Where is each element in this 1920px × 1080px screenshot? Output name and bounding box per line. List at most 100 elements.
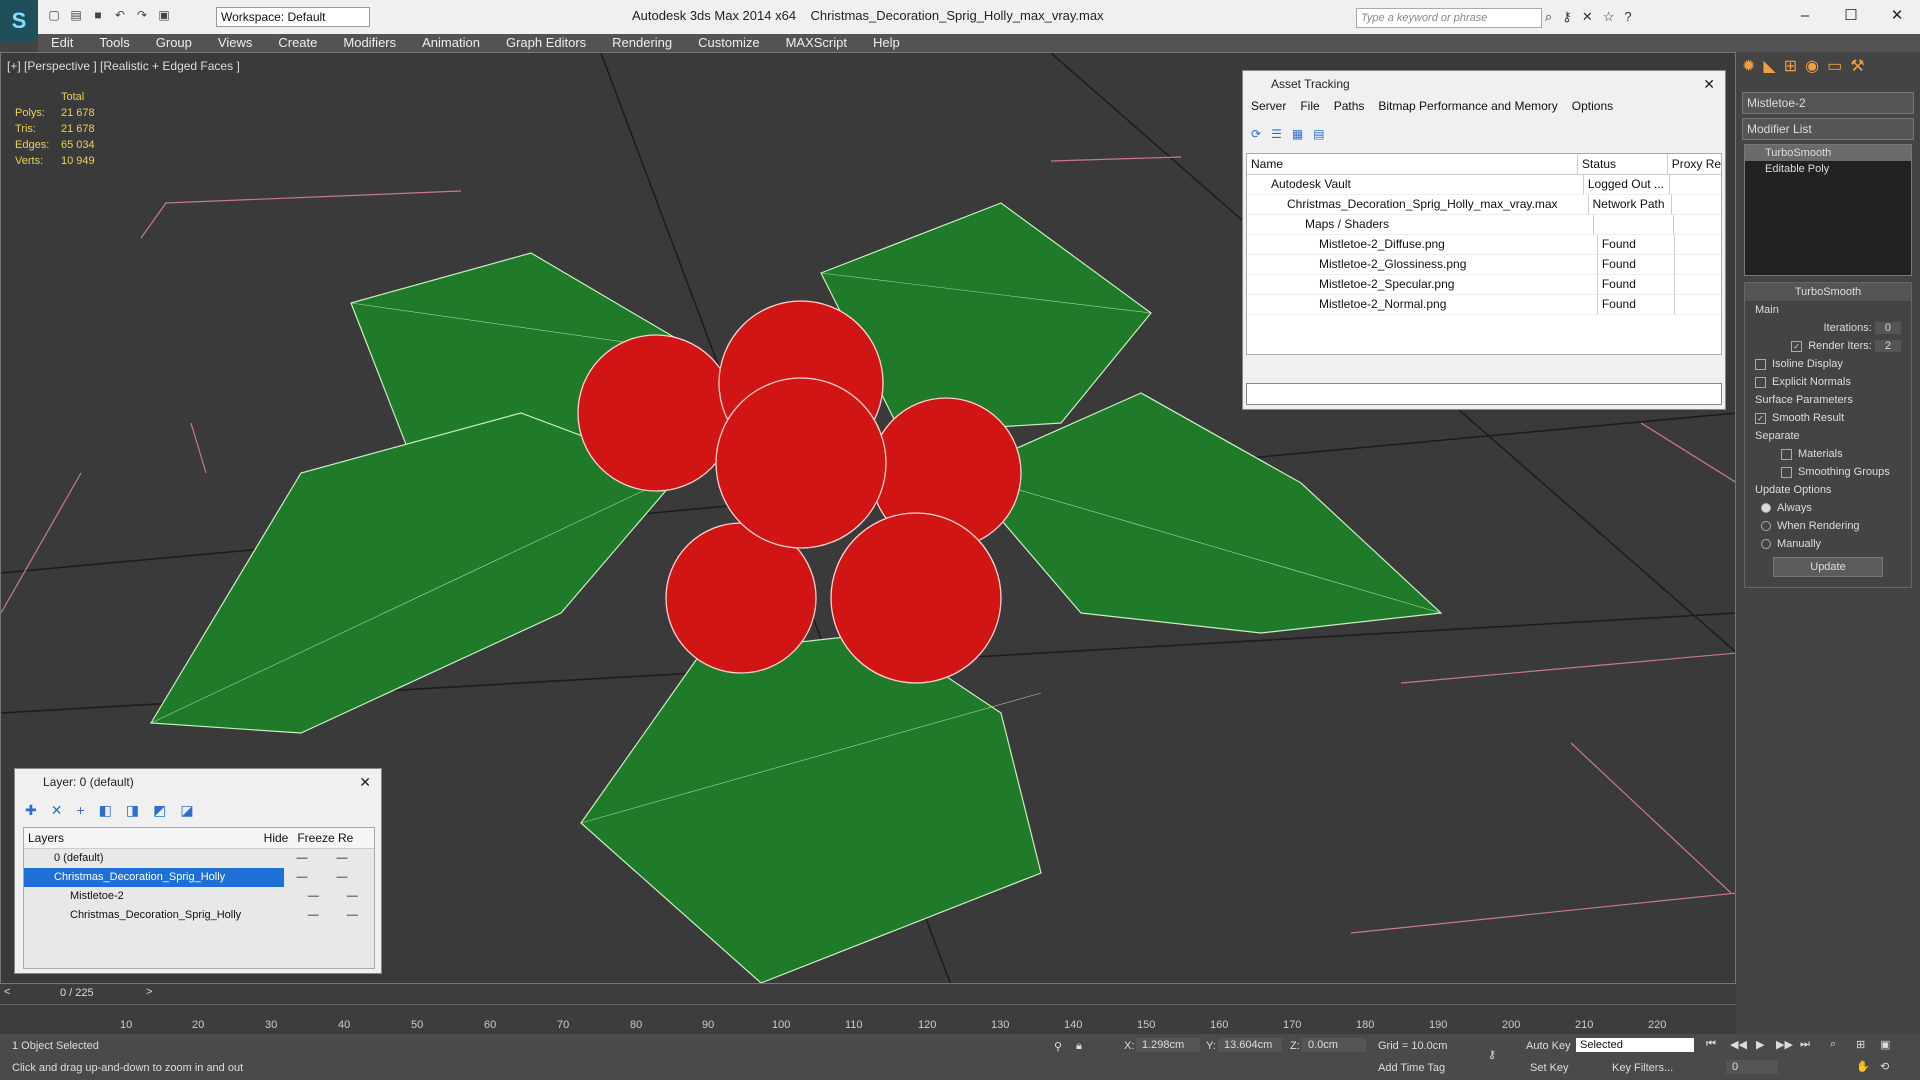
open-icon[interactable]: ▤ xyxy=(68,7,84,23)
add-time-tag[interactable]: Add Time Tag xyxy=(1378,1062,1445,1074)
search-input[interactable]: Type a keyword or phrase xyxy=(1356,8,1542,28)
time-slider[interactable]: 0 / 225 < > xyxy=(0,984,1736,1004)
refresh-icon[interactable]: ⟳ xyxy=(1251,127,1261,141)
x-coordinate-field[interactable]: 1.298cm xyxy=(1136,1038,1200,1052)
display-tab-icon[interactable]: ▭ xyxy=(1827,56,1842,84)
goto-end-icon[interactable]: ⏭ xyxy=(1800,1038,1810,1051)
create-tab-icon[interactable]: ✹ xyxy=(1742,56,1755,84)
project-icon[interactable]: ▣ xyxy=(156,7,172,23)
undo-icon[interactable]: ↶ xyxy=(112,7,128,23)
modifier-list-dropdown[interactable]: Modifier List xyxy=(1742,118,1914,140)
col-render[interactable]: Re xyxy=(338,828,362,848)
save-icon[interactable]: ■ xyxy=(90,7,106,23)
set-key-icon[interactable]: ⚷ xyxy=(1488,1048,1496,1061)
zoom-icon[interactable]: ⌕ xyxy=(1830,1038,1836,1051)
layer-row[interactable]: Christmas_Decoration_Sprig_Holly — — xyxy=(24,868,374,887)
table-row[interactable]: Mistletoe-2_Specular.png Found xyxy=(1247,275,1721,295)
table-row[interactable]: Autodesk Vault Logged Out ... xyxy=(1247,175,1721,195)
zoom-all-icon[interactable]: ⊞ xyxy=(1856,1038,1865,1051)
minimize-button[interactable]: – xyxy=(1782,0,1828,30)
render-iters-spinner[interactable]: 2 xyxy=(1874,340,1901,352)
close-icon[interactable]: ✕ xyxy=(359,769,371,795)
at-menu-bitmap[interactable]: Bitmap Performance and Memory xyxy=(1378,99,1557,117)
table-row[interactable]: Mistletoe-2_Diffuse.png Found xyxy=(1247,235,1721,255)
list-icon[interactable]: ☰ xyxy=(1271,127,1282,141)
materials-checkbox[interactable] xyxy=(1781,448,1792,460)
at-menu-file[interactable]: File xyxy=(1300,99,1319,117)
stack-item[interactable]: Editable Poly xyxy=(1745,161,1911,177)
menu-group[interactable]: Group xyxy=(143,34,205,52)
goto-start-icon[interactable]: ⏮ xyxy=(1706,1038,1716,1051)
rollout-title[interactable]: TurboSmooth xyxy=(1745,283,1911,301)
smooth-result-checkbox[interactable]: ✓ xyxy=(1755,412,1766,424)
table-icon[interactable]: ▤ xyxy=(1313,127,1324,141)
modify-tab-icon[interactable]: ◣ xyxy=(1763,56,1775,84)
menu-create[interactable]: Create xyxy=(265,34,330,52)
render-iters-checkbox[interactable]: ✓ xyxy=(1791,340,1803,352)
table-row[interactable]: Maps / Shaders xyxy=(1247,215,1721,235)
hide-all-icon[interactable]: ◩ xyxy=(153,802,166,819)
when-rendering-radio[interactable] xyxy=(1761,521,1771,532)
menu-graph-editors[interactable]: Graph Editors xyxy=(493,34,599,52)
explicit-normals-checkbox[interactable] xyxy=(1755,376,1766,388)
auto-key-button[interactable]: Auto Key xyxy=(1526,1040,1571,1052)
at-menu-server[interactable]: Server xyxy=(1251,99,1286,117)
play-icon[interactable]: ▶ xyxy=(1756,1038,1764,1051)
stack-item[interactable]: TurboSmooth xyxy=(1745,145,1911,161)
viewport-label[interactable]: [+] [Perspective ] [Realistic + Edged Fa… xyxy=(7,59,240,73)
col-layers[interactable]: Layers xyxy=(24,828,258,848)
menu-maxscript[interactable]: MAXScript xyxy=(773,34,860,52)
freeze-all-icon[interactable]: ◪ xyxy=(180,802,193,819)
isoline-checkbox[interactable] xyxy=(1755,358,1766,370)
menu-customize[interactable]: Customize xyxy=(685,34,772,52)
new-layer-icon[interactable]: ✚ xyxy=(25,802,37,819)
hierarchy-tab-icon[interactable]: ⊞ xyxy=(1784,56,1797,84)
redo-icon[interactable]: ↷ xyxy=(134,7,150,23)
key-filters-button[interactable]: Key Filters... xyxy=(1612,1062,1673,1074)
layer-row[interactable]: 0 (default) — — xyxy=(24,849,374,868)
table-row[interactable]: Mistletoe-2_Glossiness.png Found xyxy=(1247,255,1721,275)
new-icon[interactable]: ▢ xyxy=(46,7,62,23)
manually-radio[interactable] xyxy=(1761,539,1771,550)
binoculars-icon[interactable]: ⌕ xyxy=(1545,9,1552,25)
asset-path-input[interactable] xyxy=(1246,383,1722,405)
prev-frame-icon[interactable]: < xyxy=(4,986,10,998)
col-proxy[interactable]: Proxy Res xyxy=(1668,154,1721,174)
exchange-icon[interactable]: ✕ xyxy=(1582,9,1593,25)
prev-key-icon[interactable]: ◀◀ xyxy=(1730,1038,1747,1051)
smoothing-groups-checkbox[interactable] xyxy=(1781,466,1792,478)
y-coordinate-field[interactable]: 13.604cm xyxy=(1218,1038,1282,1052)
always-radio[interactable] xyxy=(1761,503,1771,514)
col-freeze[interactable]: Freeze xyxy=(294,828,338,848)
layer-row[interactable]: Mistletoe-2— — xyxy=(24,887,374,906)
col-hide[interactable]: Hide xyxy=(258,828,294,848)
at-menu-options[interactable]: Options xyxy=(1572,99,1613,117)
maximize-button[interactable]: ☐ xyxy=(1828,0,1874,30)
frame-counter[interactable]: 0 / 225 xyxy=(60,987,94,999)
lock-icon[interactable]: 🔒︎ xyxy=(1076,1040,1082,1053)
selection-set-dropdown[interactable]: Selected xyxy=(1576,1038,1694,1052)
update-button[interactable]: Update xyxy=(1773,557,1883,577)
thumbnails-icon[interactable]: ▦ xyxy=(1292,127,1303,141)
menu-rendering[interactable]: Rendering xyxy=(599,34,685,52)
menu-tools[interactable]: Tools xyxy=(86,34,142,52)
current-frame-field[interactable]: 0 xyxy=(1726,1060,1778,1074)
menu-help[interactable]: Help xyxy=(860,34,913,52)
menu-views[interactable]: Views xyxy=(205,34,265,52)
col-status[interactable]: Status xyxy=(1578,154,1668,174)
close-button[interactable]: ✕ xyxy=(1874,0,1920,30)
z-coordinate-field[interactable]: 0.0cm xyxy=(1302,1038,1366,1052)
highlight-layer-icon[interactable]: ◨ xyxy=(126,802,139,819)
utilities-tab-icon[interactable]: ⚒ xyxy=(1850,56,1864,84)
orbit-icon[interactable]: ⟲ xyxy=(1880,1060,1889,1073)
delete-layer-icon[interactable]: ✕ xyxy=(51,802,63,819)
add-to-layer-icon[interactable]: + xyxy=(76,802,84,818)
table-row[interactable]: Christmas_Decoration_Sprig_Holly_max_vra… xyxy=(1247,195,1721,215)
track-bar[interactable]: 10 20 30 40 50 60 70 80 90 100 110 120 1… xyxy=(0,1004,1736,1035)
menu-edit[interactable]: Edit xyxy=(38,34,86,52)
col-name[interactable]: Name xyxy=(1247,154,1579,174)
table-row[interactable]: Mistletoe-2_Normal.png Found xyxy=(1247,295,1721,315)
key-icon[interactable]: ⚷ xyxy=(1562,9,1572,25)
next-key-icon[interactable]: ▶▶ xyxy=(1776,1038,1793,1051)
pan-icon[interactable]: ✋ xyxy=(1856,1060,1870,1073)
